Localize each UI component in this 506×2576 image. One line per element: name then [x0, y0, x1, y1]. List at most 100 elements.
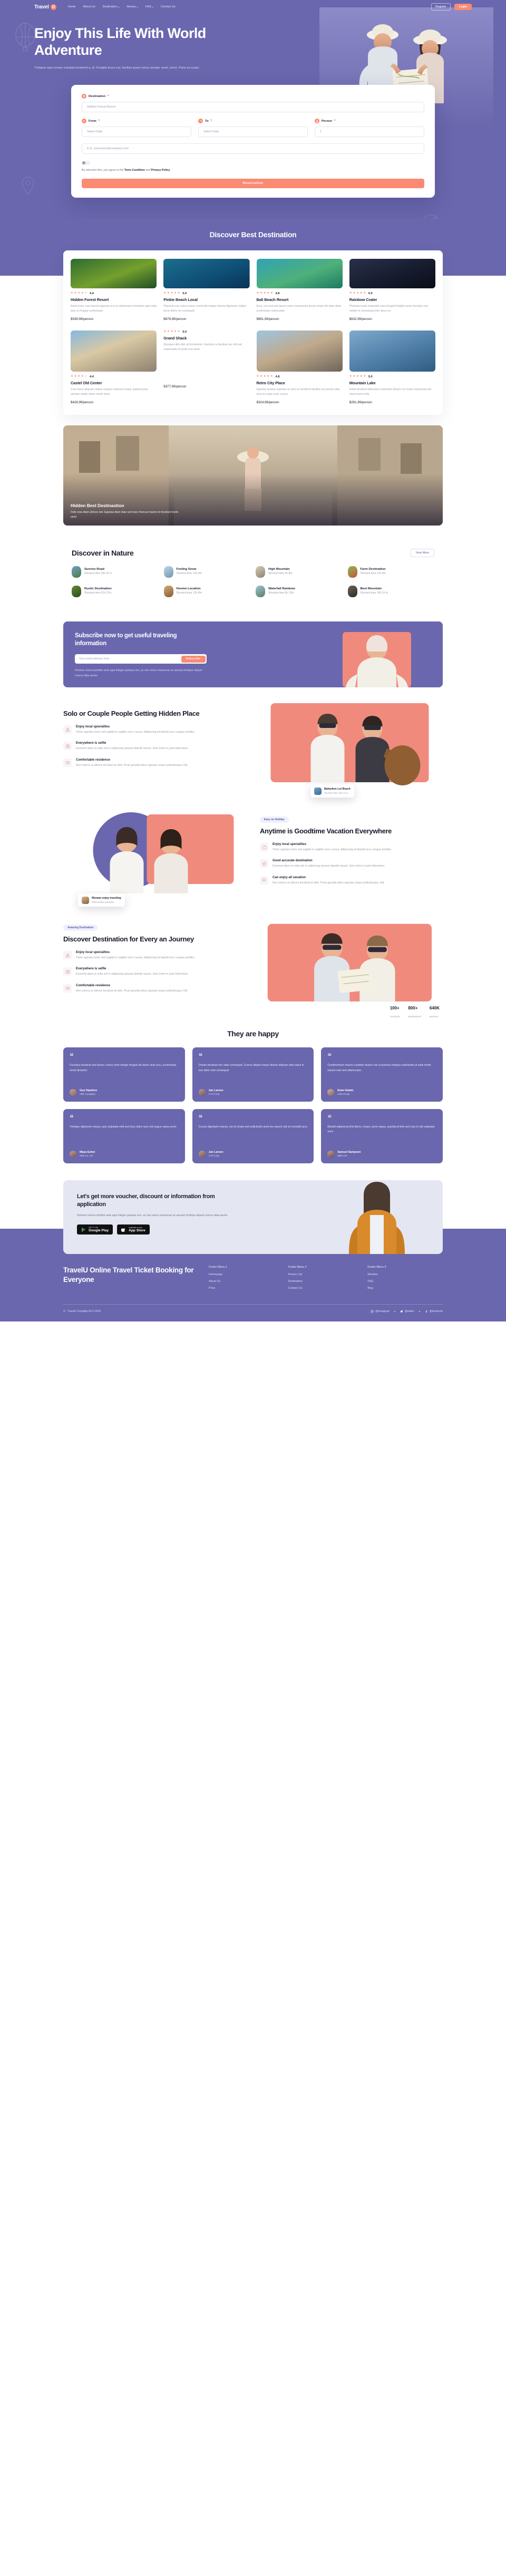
testimonial-quote: Ornare tincidunt nec vitae consequat. Cu… [198, 1064, 304, 1072]
destination-card[interactable]: ★ ★ ★ ★ ★ 5.0 Grand Shack Quisque nibh nibh a… [163, 330, 249, 404]
price-amount: $428,99 [71, 401, 83, 405]
footer-link-blog[interactable]: Blog [367, 1287, 443, 1290]
destination-card[interactable]: ★ ★ ★ ★ ★ 4.4 Hidden Forest Resort Amet torto… [71, 259, 157, 321]
nature-item[interactable]: Sunrise Road Shortest time 18h 15 m [72, 565, 159, 578]
author-name: Samuel Sampson [337, 1151, 361, 1154]
destination-card[interactable]: ★ ★ ★ ★ ★ 4.8 Bali Beach Resort Eros, non sed… [256, 259, 343, 321]
person-count-input[interactable]: 1 [315, 127, 424, 138]
footer-brand-text: TravelU Online Travel Ticket Booking for… [63, 1266, 194, 1284]
nav-item-contact-us[interactable]: Contact Us [161, 5, 176, 8]
footer-menu-heading: Footer Menu 2 [288, 1266, 307, 1269]
email-input[interactable]: E.G. yourname@company.com [82, 143, 424, 154]
journey-section: Amazing Destination Discover Destination… [63, 919, 443, 1018]
login-button[interactable]: Login [454, 3, 472, 11]
required-asterisk: * [108, 94, 109, 98]
card-price: $632,99/person [349, 317, 435, 321]
badge-subtitle: Shortest time 18h 15 m [324, 791, 348, 794]
google-play-button[interactable]: GET IT ON Google Play [77, 1224, 113, 1235]
required-asterisk: * [334, 119, 336, 123]
instagram-link[interactable]: @instagram [371, 1310, 390, 1313]
stat-value: 100+ [390, 1006, 400, 1011]
nature-item-name: Sunrise Road [84, 568, 104, 571]
view-more-button[interactable]: View More [410, 549, 434, 558]
destination-card[interactable]: ★ ★ ★ ★ ★ 5.0 Pinkie Beach Local Placerat cra… [163, 259, 250, 321]
nature-item[interactable]: High Mountain Shortest time 5h 8m [256, 565, 343, 578]
nature-item[interactable]: Rustic Destination Shortest time 01h 27m [72, 585, 159, 598]
subscribe-button[interactable]: Subscribe [181, 655, 206, 663]
nature-item[interactable]: Feeling Snow Shortest time 13h 8m [163, 565, 251, 578]
brand-badge-icon: U [50, 4, 56, 10]
footer-link-faq[interactable]: FAQ [367, 1280, 443, 1283]
reservation-button[interactable]: Reservation [82, 179, 424, 189]
register-button[interactable]: Register [431, 3, 451, 11]
to-date-input[interactable]: Select Date [198, 127, 308, 138]
testimonial-author: Jan Larsen CTO Corp [198, 1150, 308, 1158]
tent-icon [63, 951, 72, 960]
destination-input[interactable]: Hidden Forest Resort [82, 102, 424, 113]
stat-item: 640K persons [430, 1006, 440, 1020]
stat-value: 640K [429, 1006, 440, 1011]
nature-item[interactable]: Farm Destination Shortest time 21h 8m [347, 565, 435, 578]
twitter-link[interactable]: @twitter [400, 1310, 414, 1313]
journey-photo [267, 924, 432, 1002]
footer-link-price[interactable]: Price [209, 1287, 284, 1290]
subscribe-person-photo [311, 621, 443, 688]
rating-value: 4.8 [275, 292, 280, 296]
nav-item-destination[interactable]: Destination ▾ [103, 5, 120, 8]
brand-logo[interactable]: Travel U [34, 4, 56, 10]
person-label: Person * [315, 119, 424, 124]
agreement-toggle[interactable] [82, 161, 90, 166]
solo-badge-card[interactable]: Bahariton Lot Beach Shortest time 18h 15 … [310, 784, 354, 798]
author-name: Maya Eshet [80, 1151, 95, 1154]
nature-item-time: Shortest time 18h 15 m [84, 572, 112, 576]
destination-card[interactable]: ★ ★ ★ ★ ★ 5.0 Mountain Lake Etiam tincidunt b… [349, 330, 435, 404]
price-unit: /person [361, 317, 372, 322]
rating-stars: ★ ★ ★ ★ ★ 4.4 [71, 375, 94, 379]
nav-item-about-us[interactable]: About Us [83, 5, 95, 8]
nature-item[interactable]: Waterfall Rainbow Shortest time 8h 12m [256, 585, 343, 598]
footer-link-contact-us[interactable]: Contact Us [288, 1287, 364, 1290]
banner-description: Felis cras etiam ultrices nisl. Egestas … [71, 510, 178, 519]
footer-link-about-us[interactable]: About Us [209, 1280, 284, 1283]
footer-link-destination[interactable]: Destination [288, 1280, 364, 1283]
footer-link-member[interactable]: Member [367, 1273, 443, 1276]
feature-item: Can enjoy all vacation Non viverra ut ult… [260, 876, 443, 886]
footer-link-homepage[interactable]: Homepage [209, 1273, 284, 1276]
camera-icon [63, 967, 72, 976]
feature-description: Euismod diam ut nulla nisl in adipiscing… [76, 747, 189, 751]
destination-card[interactable]: ★ ★ ★ ★ ★ 5.0 Rainbow Crater Pharetra turpis … [349, 259, 435, 321]
destination-row-1: ★ ★ ★ ★ ★ 4.4 Hidden Forest Resort Amet torto… [71, 259, 435, 321]
nature-item[interactable]: Hoome Location Shortest time 13h 8m [163, 585, 251, 598]
from-date-input[interactable]: Select Date [82, 127, 191, 138]
main-navigation: Travel U Home About Us Destination ▾ Iten… [34, 0, 472, 14]
masks-icon [63, 984, 72, 993]
nav-item-home[interactable]: Home [68, 5, 76, 8]
testimonial-author: Ester Edwin LMN Group [327, 1088, 436, 1096]
facebook-link[interactable]: @facebook [425, 1310, 443, 1313]
field-label-text: Destination [89, 94, 106, 98]
destination-card[interactable]: ★ ★ ★ ★ ★ 4.4 Castel Old Center Cras fusce al… [71, 330, 157, 404]
destination-card[interactable]: ★ ★ ★ ★ ★ 4.8 Retro City Place Egestas tempus… [256, 330, 343, 404]
price-unit: /person [82, 317, 94, 322]
hidden-destination-banner[interactable]: Hidden Best Destinastion Felis cras etia… [63, 425, 443, 526]
copyright-text: TravelU Template Kit © 2022 [67, 1310, 101, 1314]
price-amount: $549,99 [71, 317, 83, 322]
terms-link[interactable]: Term Condition [124, 169, 145, 172]
feature-title: Everywhere is selfie [76, 967, 106, 971]
card-thumbnail [349, 259, 435, 289]
nav-item-faq[interactable]: FAQ ▾ [145, 5, 153, 8]
app-store-button[interactable]: Available on the App Store [117, 1224, 150, 1235]
bag-icon [260, 843, 268, 852]
card-thumbnail [349, 330, 435, 372]
subscribe-email-input[interactable]: Your email address here [79, 657, 181, 660]
nav-item-itenary[interactable]: Itenary ▾ [127, 5, 138, 8]
nature-item[interactable]: Best Mountain Shortest time 18h 15 m [347, 585, 435, 598]
footer-link-itenary-list[interactable]: Itenary List [288, 1273, 364, 1276]
anytime-badge-card[interactable]: Woman enjoy traveling Meet hidden paradis… [78, 893, 125, 907]
nature-title: Discover in Nature [72, 549, 134, 558]
testimonial-card: ❝ Faucibus tincidunt sed donec cursus eni… [63, 1047, 185, 1102]
privacy-link[interactable]: Privacy Policy [151, 169, 170, 172]
solo-media-column: Bahariton Lot Beach Shortest time 18h 15 … [260, 703, 443, 798]
card-price: $549,99/person [71, 317, 157, 321]
price-unit: /person [361, 401, 372, 405]
